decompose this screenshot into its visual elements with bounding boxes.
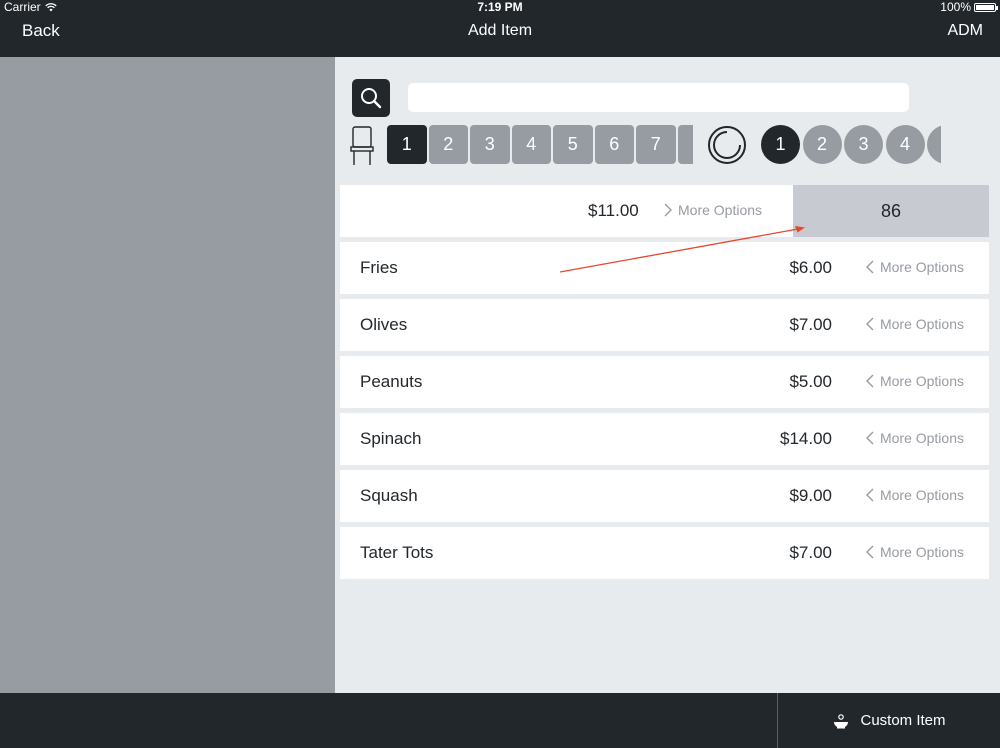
seat-selector: 1 2 3 4 5 6 7 8 [387, 125, 693, 164]
item-name: Fries [360, 258, 398, 277]
more-options-button[interactable]: More Options [865, 487, 964, 503]
course-button-5[interactable]: 5 [927, 125, 941, 164]
item-price: $6.00 [789, 258, 832, 277]
item-price: $7.00 [789, 543, 832, 562]
app-root: Carrier 7:19 PM 100% Back Add Item ADM 1… [0, 0, 1000, 748]
seat-button-6[interactable]: 6 [594, 125, 634, 164]
bottom-bar: Custom Item [0, 693, 1000, 748]
seat-button-4[interactable]: 4 [511, 125, 551, 164]
search-input[interactable] [408, 83, 909, 112]
custom-item-button[interactable]: Custom Item [778, 693, 1000, 748]
eighty-six-button[interactable]: 86 [793, 185, 989, 237]
menu-item[interactable]: Olives $7.00 More Options [340, 299, 989, 351]
course-button-2[interactable]: 2 [802, 125, 842, 164]
battery-icon [974, 2, 998, 12]
status-battery: 100% [940, 0, 998, 14]
item-price: $11.00 [588, 201, 639, 220]
more-options-button[interactable]: More Options [865, 259, 964, 275]
item-name: Olives [360, 315, 408, 334]
more-options-label: More Options [879, 544, 964, 560]
menu-item[interactable]: Fries $6.00 More Options [340, 242, 989, 294]
more-options-label: More Options [879, 487, 964, 503]
item-name: Squash [360, 486, 418, 505]
course-button-1[interactable]: 1 [761, 125, 800, 164]
more-options-label: More Options [678, 202, 763, 218]
menu-item-swiped[interactable]: $11.00 More Options 86 [340, 185, 989, 237]
more-options-label: More Options [879, 259, 964, 275]
back-button[interactable]: Back [22, 21, 60, 41]
search-button[interactable] [352, 79, 390, 117]
more-options-label: More Options [879, 373, 964, 389]
battery-label: 100% [940, 0, 971, 14]
more-options-label: More Options [879, 316, 964, 332]
seat-button-7[interactable]: 7 [636, 125, 676, 164]
chevron-left-icon [865, 545, 874, 559]
seat-button-2[interactable]: 2 [428, 125, 468, 164]
item-price: $7.00 [789, 315, 832, 334]
chevron-left-icon [865, 374, 874, 388]
more-options-button[interactable]: More Options [865, 316, 964, 332]
custom-item-label: Custom Item [860, 712, 946, 729]
chevron-left-icon [865, 260, 874, 274]
seat-button-8[interactable]: 8 [677, 125, 693, 164]
seat-button-5[interactable]: 5 [553, 125, 593, 164]
course-selector: 1 2 3 4 5 [761, 125, 941, 164]
user-button[interactable]: ADM [947, 22, 983, 40]
course-button-4[interactable]: 4 [885, 125, 925, 164]
search-icon [361, 88, 382, 109]
status-time: 7:19 PM [477, 0, 523, 14]
top-bar: Carrier 7:19 PM 100% Back Add Item ADM [0, 0, 1000, 57]
menu-item-list: $11.00 More Options 86 Fries $6.00 More … [340, 185, 989, 584]
chevron-left-icon [865, 317, 874, 331]
seat-button-3[interactable]: 3 [470, 125, 510, 164]
more-options-button[interactable]: More Options [865, 544, 964, 560]
more-options-button[interactable]: More Options [664, 202, 762, 218]
menu-item[interactable]: Peanuts $5.00 More Options [340, 356, 989, 408]
menu-item[interactable]: Tater Tots $7.00 More Options [340, 527, 989, 579]
course-button-3[interactable]: 3 [844, 125, 883, 164]
chevron-right-icon [664, 203, 672, 217]
chevron-left-icon [865, 488, 874, 502]
more-options-button[interactable]: More Options [865, 373, 964, 389]
item-price: $9.00 [789, 486, 832, 505]
item-name: Spinach [360, 429, 422, 448]
course-icon [708, 126, 746, 164]
left-panel [0, 57, 335, 693]
item-name: Tater Tots [360, 543, 434, 562]
more-options-label: More Options [879, 430, 964, 446]
more-options-button[interactable]: More Options [865, 430, 964, 446]
menu-item[interactable]: Squash $9.00 More Options [340, 470, 989, 522]
seat-button-1[interactable]: 1 [387, 125, 427, 164]
dish-icon [834, 713, 849, 728]
page-title: Add Item [467, 22, 533, 39]
chair-icon [350, 126, 374, 165]
chevron-left-icon [865, 431, 874, 445]
item-name: Peanuts [360, 372, 423, 391]
item-price: $5.00 [789, 372, 832, 391]
item-price: $14.00 [780, 429, 832, 448]
menu-item[interactable]: Spinach $14.00 More Options [340, 413, 989, 465]
